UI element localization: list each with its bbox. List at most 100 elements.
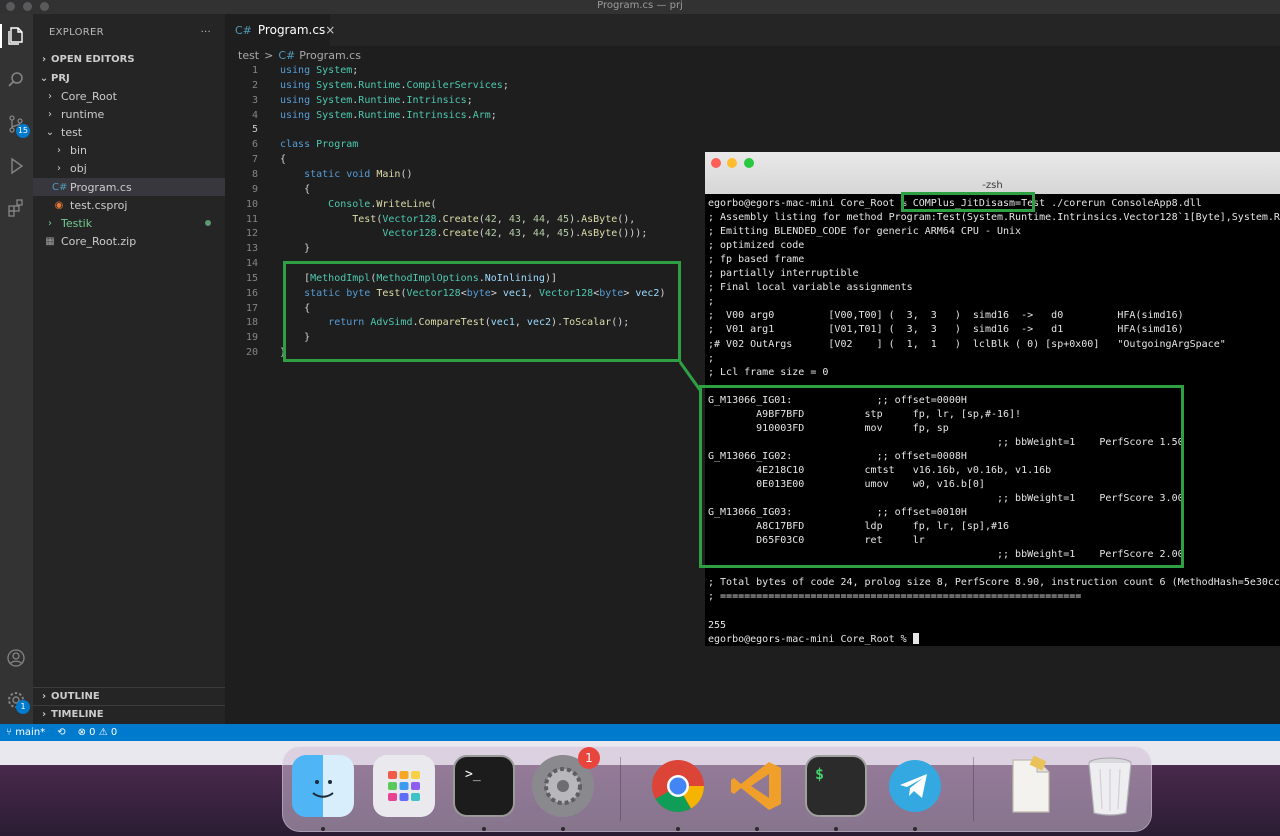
extensions-icon[interactable] <box>4 196 28 220</box>
terminal-titlebar: -zsh <box>705 152 1280 194</box>
terminal-window[interactable]: -zsh egorbo@egors-mac-mini Core_Root % C… <box>699 152 1280 647</box>
chevron-down-icon: ⌄ <box>45 126 55 138</box>
line-number: 3 <box>251 94 258 106</box>
code-text: { <box>280 154 287 166</box>
settings-gear-icon[interactable]: 1 <box>4 688 30 714</box>
search-icon[interactable] <box>4 68 28 92</box>
line-number: 10 <box>245 198 258 210</box>
line-number: 11 <box>245 213 258 225</box>
line-number: 18 <box>245 317 258 329</box>
terminal-line: ;# V02 OutArgs [V02 ] ( 1, 1 ) lclBlk ( … <box>708 338 1226 350</box>
terminal-line: ; partially interruptible <box>708 268 859 280</box>
code-text: using System.Runtime.Intrinsics.Arm; <box>280 109 497 121</box>
terminal-glyph: >_ <box>465 767 481 782</box>
line-number: 9 <box>251 183 258 195</box>
terminal-prompt-line[interactable]: egorbo@egors-mac-mini Core_Root % <box>708 633 1280 647</box>
vscode-icon[interactable] <box>726 755 788 817</box>
status-bar: ⑂ main* ⟲ ⊗ 0 ⚠ 0 <box>0 724 1280 741</box>
telegram-icon[interactable] <box>884 755 946 817</box>
line-number: 12 <box>245 228 258 240</box>
terminal-line: ; Lcl frame size = 0 <box>708 366 829 378</box>
explorer-icon[interactable] <box>0 24 28 48</box>
explorer-header: EXPLORER ··· <box>33 14 225 50</box>
highlight-box-env-var <box>901 192 1035 212</box>
line-number: 14 <box>245 258 258 270</box>
chevron-right-icon: › <box>48 108 52 120</box>
line-number: 15 <box>245 272 258 284</box>
tree-item-test-csproj[interactable]: ◉ test.csproj <box>33 196 225 214</box>
chevron-right-icon: › <box>41 691 47 702</box>
iterm-icon[interactable]: $ <box>805 755 867 817</box>
breadcrumb-file[interactable]: Program.cs <box>299 49 361 62</box>
chevron-right-icon: › <box>48 217 52 229</box>
finder-icon[interactable] <box>292 755 354 817</box>
line-number: 2 <box>251 79 258 91</box>
tree-item-program-cs[interactable]: C# Program.cs <box>33 177 225 197</box>
terminal-close-button[interactable] <box>711 158 721 168</box>
tab-label: Program.cs <box>257 23 326 37</box>
run-debug-icon[interactable] <box>4 154 28 178</box>
terminal-zoom-button[interactable] <box>744 158 754 168</box>
accounts-icon[interactable] <box>4 646 28 670</box>
chrome-icon[interactable] <box>647 755 709 817</box>
timeline-section[interactable]: › TIMELINE <box>33 705 225 723</box>
breadcrumb: test > C# Program.cs <box>225 46 1280 64</box>
tree-item-test[interactable]: ⌄ test <box>33 123 225 141</box>
chevron-right-icon: › <box>48 90 52 102</box>
sync-icon[interactable]: ⟲ <box>57 727 65 738</box>
code-text: { <box>280 183 311 195</box>
outline-section[interactable]: › OUTLINE <box>33 687 225 705</box>
tree-item-core-root-zip[interactable]: ▦ Core_Root.zip <box>33 233 225 251</box>
tree-item-testik[interactable]: › Testik <box>33 214 225 232</box>
running-indicator <box>676 827 680 831</box>
running-indicator <box>834 827 838 831</box>
window-titlebar: Program.cs — prj <box>0 0 1280 14</box>
tree-item-bin[interactable]: › bin <box>33 142 225 160</box>
chevron-down-icon: ⌄ <box>39 72 49 84</box>
code-text: } <box>280 243 311 255</box>
terminal-icon[interactable]: >_ <box>453 755 515 817</box>
line-number: 5 <box>251 124 258 136</box>
code-text: using System.Runtime.CompilerServices; <box>280 79 509 91</box>
branch-status[interactable]: ⑂ main* <box>6 727 45 738</box>
terminal-line: ; Emitting BLENDED_CODE for generic ARM6… <box>708 226 1022 238</box>
tab-program-cs[interactable]: C# Program.cs × <box>225 14 335 46</box>
window-title: Program.cs — prj <box>597 0 683 11</box>
terminal-line: ; ======================================… <box>708 591 1082 603</box>
project-root-section[interactable]: ⌄ PRJ <box>33 69 225 87</box>
launchpad-icon[interactable] <box>373 755 435 817</box>
line-number: 20 <box>245 347 258 359</box>
terminal-line: ; optimized code <box>708 240 805 252</box>
terminal-line: ; Final local variable assignments <box>708 282 913 294</box>
dock-separator <box>973 757 974 821</box>
project-root-label: PRJ <box>51 72 70 84</box>
tree-item-core-root[interactable]: › Core_Root <box>33 87 225 105</box>
terminal-title: -zsh <box>982 180 1003 191</box>
code-text: Test(Vector128.Create(42, 43, 44, 45).As… <box>352 213 636 225</box>
git-branch-icon: ⑂ <box>6 727 16 738</box>
terminal-minimize-button[interactable] <box>727 158 737 168</box>
code-text: using System.Runtime.Intrinsics; <box>280 94 473 106</box>
tree-item-obj[interactable]: › obj <box>33 160 225 178</box>
trash-icon[interactable] <box>1079 755 1141 817</box>
terminal-line: ; V00 arg0 [V00,T00] ( 3, 3 ) simd16 -> … <box>708 310 1184 322</box>
source-control-badge: 15 <box>15 124 30 138</box>
breadcrumb-folder[interactable]: test <box>238 49 259 62</box>
rss-file-icon: ◉ <box>54 199 64 211</box>
line-number: 13 <box>245 243 258 255</box>
chevron-right-icon: › <box>41 53 47 65</box>
terminal-line: ; Assembly listing for method Program:Te… <box>708 212 1280 224</box>
open-editors-section[interactable]: › OPEN EDITORS <box>33 50 225 68</box>
iterm-glyph: $ <box>815 765 825 783</box>
source-control-icon[interactable]: 15 <box>4 112 30 138</box>
tree-item-runtime[interactable]: › runtime <box>33 105 225 123</box>
document-icon[interactable] <box>999 755 1061 817</box>
close-tab-icon[interactable]: × <box>325 23 335 37</box>
modified-indicator <box>205 220 211 227</box>
problems-status[interactable]: ⊗ 0 ⚠ 0 <box>78 727 118 738</box>
explorer-more-button[interactable]: ··· <box>201 27 211 38</box>
code-text: class Program <box>280 139 359 151</box>
csharp-file-icon: C# <box>278 48 296 62</box>
code-text: Vector128.Create(42, 43, 44, 45).AsByte(… <box>382 228 648 240</box>
